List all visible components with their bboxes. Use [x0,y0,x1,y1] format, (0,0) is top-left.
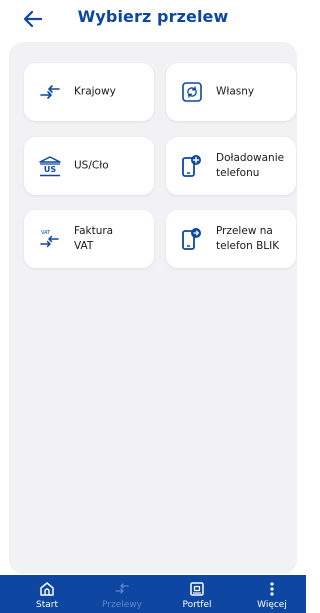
tile-label: US/Cło [74,159,109,172]
tile-label: Faktura VAT [74,225,114,252]
tile-wlasny[interactable]: Własny [166,63,296,121]
nav-label: Więcej [257,600,287,610]
vat-icon-text: VAT [41,230,51,236]
nav-label: Portfel [182,600,212,610]
page-title: Wybierz przelew [77,7,229,26]
tile-label: Krajowy [74,85,116,98]
phone-topup-icon [182,155,201,177]
bottom-nav: Start Przelewy Portfel Więcej [0,575,306,613]
nav-item-start[interactable]: Start [17,575,77,613]
more-dots-icon [270,582,274,596]
wallet-icon [190,582,204,596]
transfer-arrows-icon [40,85,60,99]
tile-faktura-vat[interactable]: VAT Faktura VAT [24,210,154,268]
tile-label: Przelew na telefon BLIK [216,225,280,252]
tile-krajowy[interactable]: Krajowy [24,63,154,121]
nav-item-portfel[interactable]: Portfel [167,575,227,613]
home-icon [40,582,54,596]
transfer-arrows-icon [115,583,129,594]
vat-transfer-icon: VAT [40,230,59,248]
transfer-types-panel [9,42,297,574]
tile-label: Doładowanie telefonu [216,152,285,179]
tax-office-icon: US [39,156,61,177]
header: Wybierz przelew [0,0,306,38]
nav-label: Start [36,600,58,610]
tax-icon-text: US [44,165,56,174]
tile-us-clo[interactable]: US US/Cło [24,137,154,195]
tile-przelew-na-telefon-blik[interactable]: Przelew na telefon BLIK [166,210,296,268]
nav-item-przelewy[interactable]: Przelewy [92,575,152,613]
own-transfer-icon [182,82,202,102]
tile-label: Własny [216,85,255,98]
nav-item-wiecej[interactable]: Więcej [242,575,302,613]
nav-label: Przelewy [102,600,142,610]
phone-blik-icon [182,228,201,250]
tile-doladowanie-telefonu[interactable]: Doładowanie telefonu [166,137,296,195]
